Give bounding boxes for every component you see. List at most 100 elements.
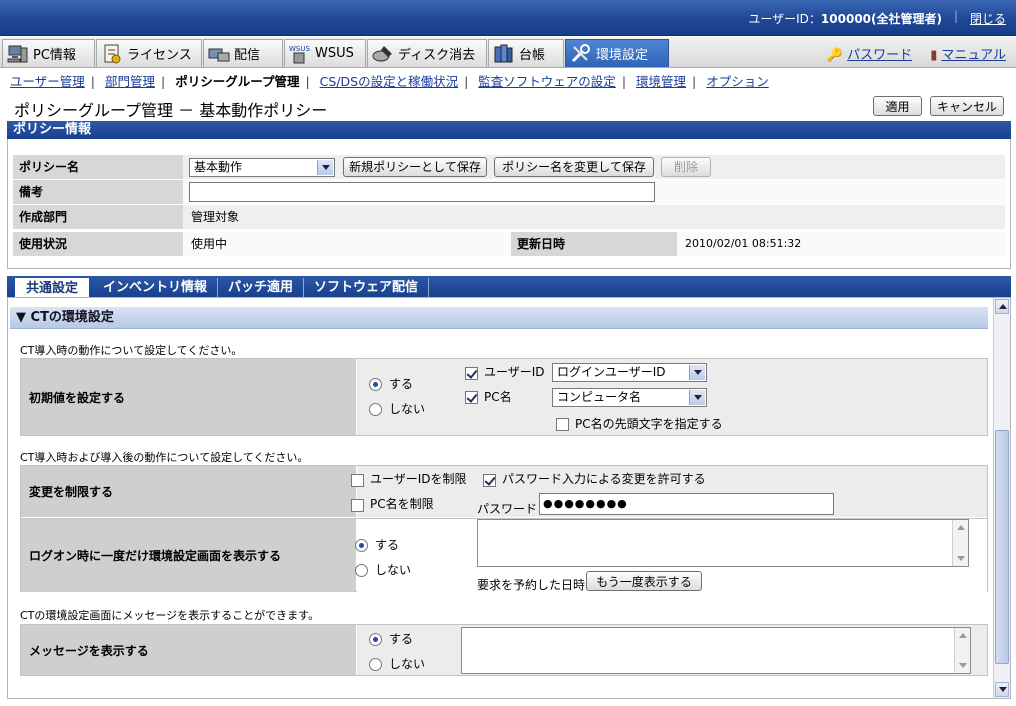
textarea-scrollbar[interactable] bbox=[954, 628, 970, 673]
scheduled-datetime-label: 要求を予約した日時: bbox=[477, 578, 590, 592]
pcname-select[interactable]: コンピュータ名 bbox=[552, 388, 707, 407]
dept-label: 作成部門 bbox=[13, 205, 183, 229]
top-bar: ユーザーID：100000(全社管理者) | 閉じる bbox=[0, 0, 1016, 36]
userid-label: ユーザーID bbox=[484, 365, 545, 379]
initial-yes-label: する bbox=[389, 377, 414, 391]
remarks-input[interactable] bbox=[189, 182, 655, 202]
close-link[interactable]: 閉じる bbox=[970, 10, 1006, 27]
status-label: 使用状況 bbox=[13, 232, 183, 256]
initial-values-label: 初期値を設定する bbox=[21, 359, 356, 435]
apply-button[interactable]: 適用 bbox=[873, 96, 922, 116]
pcname-select-value: コンピュータ名 bbox=[557, 390, 642, 404]
userid-select[interactable]: ログインユーザーID bbox=[552, 363, 707, 382]
vertical-scrollbar[interactable] bbox=[993, 298, 1010, 698]
tab-wsus[interactable]: WSUS WSUS bbox=[284, 39, 366, 67]
policy-name-cell: 基本動作 新規ポリシーとして保存 ポリシー名を変更して保存 削除 bbox=[183, 155, 1005, 179]
note-ct-install: CT導入時の動作について設定してください。 bbox=[20, 344, 243, 357]
allow-password-label: パスワード入力による変更を許可する bbox=[502, 472, 706, 486]
logon-message-textarea[interactable] bbox=[477, 519, 969, 567]
restrict-cell: ユーザーIDを制限 パスワード入力による変更を許可する PC名を制限 パスワード… bbox=[351, 466, 987, 517]
subnav-options[interactable]: オプション bbox=[706, 74, 769, 89]
dept-value: 管理対象 bbox=[183, 205, 1005, 229]
message-yes-label: する bbox=[389, 632, 414, 646]
restrict-label: 変更を制限する bbox=[21, 466, 356, 517]
scroll-down-icon[interactable] bbox=[995, 682, 1009, 697]
remarks-label: 備考 bbox=[13, 180, 183, 204]
row-dept: 作成部門 管理対象 bbox=[13, 205, 1005, 229]
ledger-icon bbox=[493, 44, 515, 64]
status-value: 使用中 bbox=[183, 232, 511, 256]
policy-name-select[interactable]: 基本動作 bbox=[189, 158, 335, 177]
textarea-scrollbar[interactable] bbox=[952, 520, 968, 566]
message-no-radio[interactable] bbox=[369, 658, 382, 671]
scroll-thumb[interactable] bbox=[995, 430, 1009, 664]
tab-patch[interactable]: パッチ適用 bbox=[218, 278, 305, 297]
tab-label: 配信 bbox=[234, 48, 261, 63]
chevron-down-icon bbox=[689, 390, 705, 405]
manual-link[interactable]: マニュアル bbox=[941, 48, 1006, 63]
user-id: 100000(全社管理者) bbox=[820, 12, 942, 26]
show-again-button[interactable]: もう一度表示する bbox=[586, 571, 702, 591]
tab-delivery[interactable]: 配信 bbox=[203, 39, 283, 67]
svg-text:WSUS: WSUS bbox=[289, 45, 310, 53]
tab-label: WSUS bbox=[315, 46, 354, 61]
subnav-dept-management[interactable]: 部門管理 bbox=[105, 74, 155, 89]
tab-software-delivery[interactable]: ソフトウェア配信 bbox=[304, 278, 430, 297]
subnav-audit-software[interactable]: 監査ソフトウェアの設定 bbox=[478, 74, 616, 89]
pcname-label: PC名 bbox=[484, 390, 512, 404]
pcname-checkbox[interactable] bbox=[465, 391, 478, 404]
initial-yes-radio[interactable] bbox=[369, 378, 382, 391]
save-rename-button[interactable]: ポリシー名を変更して保存 bbox=[494, 157, 654, 177]
logon-no-radio[interactable] bbox=[355, 564, 368, 577]
page-title: ポリシーグループ管理 － 基本動作ポリシー bbox=[14, 101, 328, 120]
pc-prefix-checkbox[interactable] bbox=[556, 418, 569, 431]
manual-icon: ▮ bbox=[930, 48, 938, 63]
tab-settings[interactable]: 環境設定 bbox=[565, 39, 669, 67]
password-link[interactable]: パスワード bbox=[847, 48, 912, 63]
restrict-pcname-checkbox[interactable] bbox=[351, 499, 364, 512]
updated-label: 更新日時 bbox=[511, 232, 677, 256]
row-policy-name: ポリシー名 基本動作 新規ポリシーとして保存 ポリシー名を変更して保存 削除 bbox=[13, 155, 1005, 179]
initial-values-cell: する しない ユーザーID ログインユーザーID PC名 コンピュータ名 PC名… bbox=[357, 359, 987, 435]
policy-info-panel: ポリシー名 基本動作 新規ポリシーとして保存 ポリシー名を変更して保存 削除 備… bbox=[7, 139, 1011, 269]
sub-nav: ユーザー管理 | 部門管理 | ポリシーグループ管理 | CS/DSの設定と稼働状況 |… bbox=[10, 74, 769, 89]
restrict-userid-label: ユーザーIDを制限 bbox=[370, 472, 467, 486]
restrict-userid-checkbox[interactable] bbox=[351, 474, 364, 487]
policy-info-header: ポリシー情報 bbox=[7, 121, 1011, 139]
updated-value: 2010/02/01 08:51:32 bbox=[677, 232, 1005, 256]
nav-links: 🔑 パスワード ▮ マニュアル bbox=[827, 44, 1006, 63]
subnav-env-management[interactable]: 環境管理 bbox=[636, 74, 686, 89]
tab-label: 台帳 bbox=[519, 48, 546, 63]
message-textarea[interactable] bbox=[461, 627, 971, 674]
subnav-user-management[interactable]: ユーザー管理 bbox=[10, 74, 85, 89]
key-icon: 🔑 bbox=[826, 48, 844, 63]
initial-no-radio[interactable] bbox=[369, 403, 382, 416]
delete-button[interactable]: 削除 bbox=[661, 157, 711, 177]
ct-section-header[interactable]: ▼ CTの環境設定 bbox=[10, 307, 988, 329]
tab-disk-erase[interactable]: ディスク消去 bbox=[367, 39, 487, 67]
message-display-cell: する しない bbox=[357, 625, 987, 675]
save-as-new-button[interactable]: 新規ポリシーとして保存 bbox=[343, 157, 487, 177]
settings-icon bbox=[570, 43, 592, 64]
group-restrict: 変更を制限する ユーザーIDを制限 パスワード入力による変更を許可する PC名を… bbox=[20, 465, 988, 592]
allow-password-checkbox[interactable] bbox=[483, 474, 496, 487]
chevron-down-icon bbox=[317, 160, 333, 175]
tab-pc-info[interactable]: PC情報 bbox=[2, 39, 95, 67]
logon-display-label: ログオン時に一度だけ環境設定画面を表示する bbox=[21, 519, 356, 592]
group-initial-values: 初期値を設定する する しない ユーザーID ログインユーザーID PC名 コン… bbox=[20, 358, 988, 436]
logon-yes-radio[interactable] bbox=[355, 539, 368, 552]
content-tabs: 共通設定 インベントリ情報 パッチ適用 ソフトウェア配信 bbox=[7, 276, 1011, 297]
tab-inventory[interactable]: インベントリ情報 bbox=[93, 278, 219, 297]
password-input[interactable]: ●●●●●●●● bbox=[539, 493, 834, 515]
tab-common-settings[interactable]: 共通設定 bbox=[15, 278, 90, 297]
scroll-up-icon[interactable] bbox=[995, 299, 1009, 314]
disk-erase-icon bbox=[372, 44, 394, 64]
cancel-button[interactable]: キャンセル bbox=[930, 96, 1004, 116]
userid-select-value: ログインユーザーID bbox=[557, 365, 666, 379]
tab-license[interactable]: ライセンス bbox=[96, 39, 202, 67]
tab-ledger[interactable]: 台帳 bbox=[488, 39, 564, 67]
userid-checkbox[interactable] bbox=[465, 367, 478, 380]
subnav-csds[interactable]: CS/DSの設定と稼働状況 bbox=[320, 74, 458, 89]
pc-prefix-label: PC名の先頭文字を指定する bbox=[575, 417, 723, 431]
message-yes-radio[interactable] bbox=[369, 633, 382, 646]
